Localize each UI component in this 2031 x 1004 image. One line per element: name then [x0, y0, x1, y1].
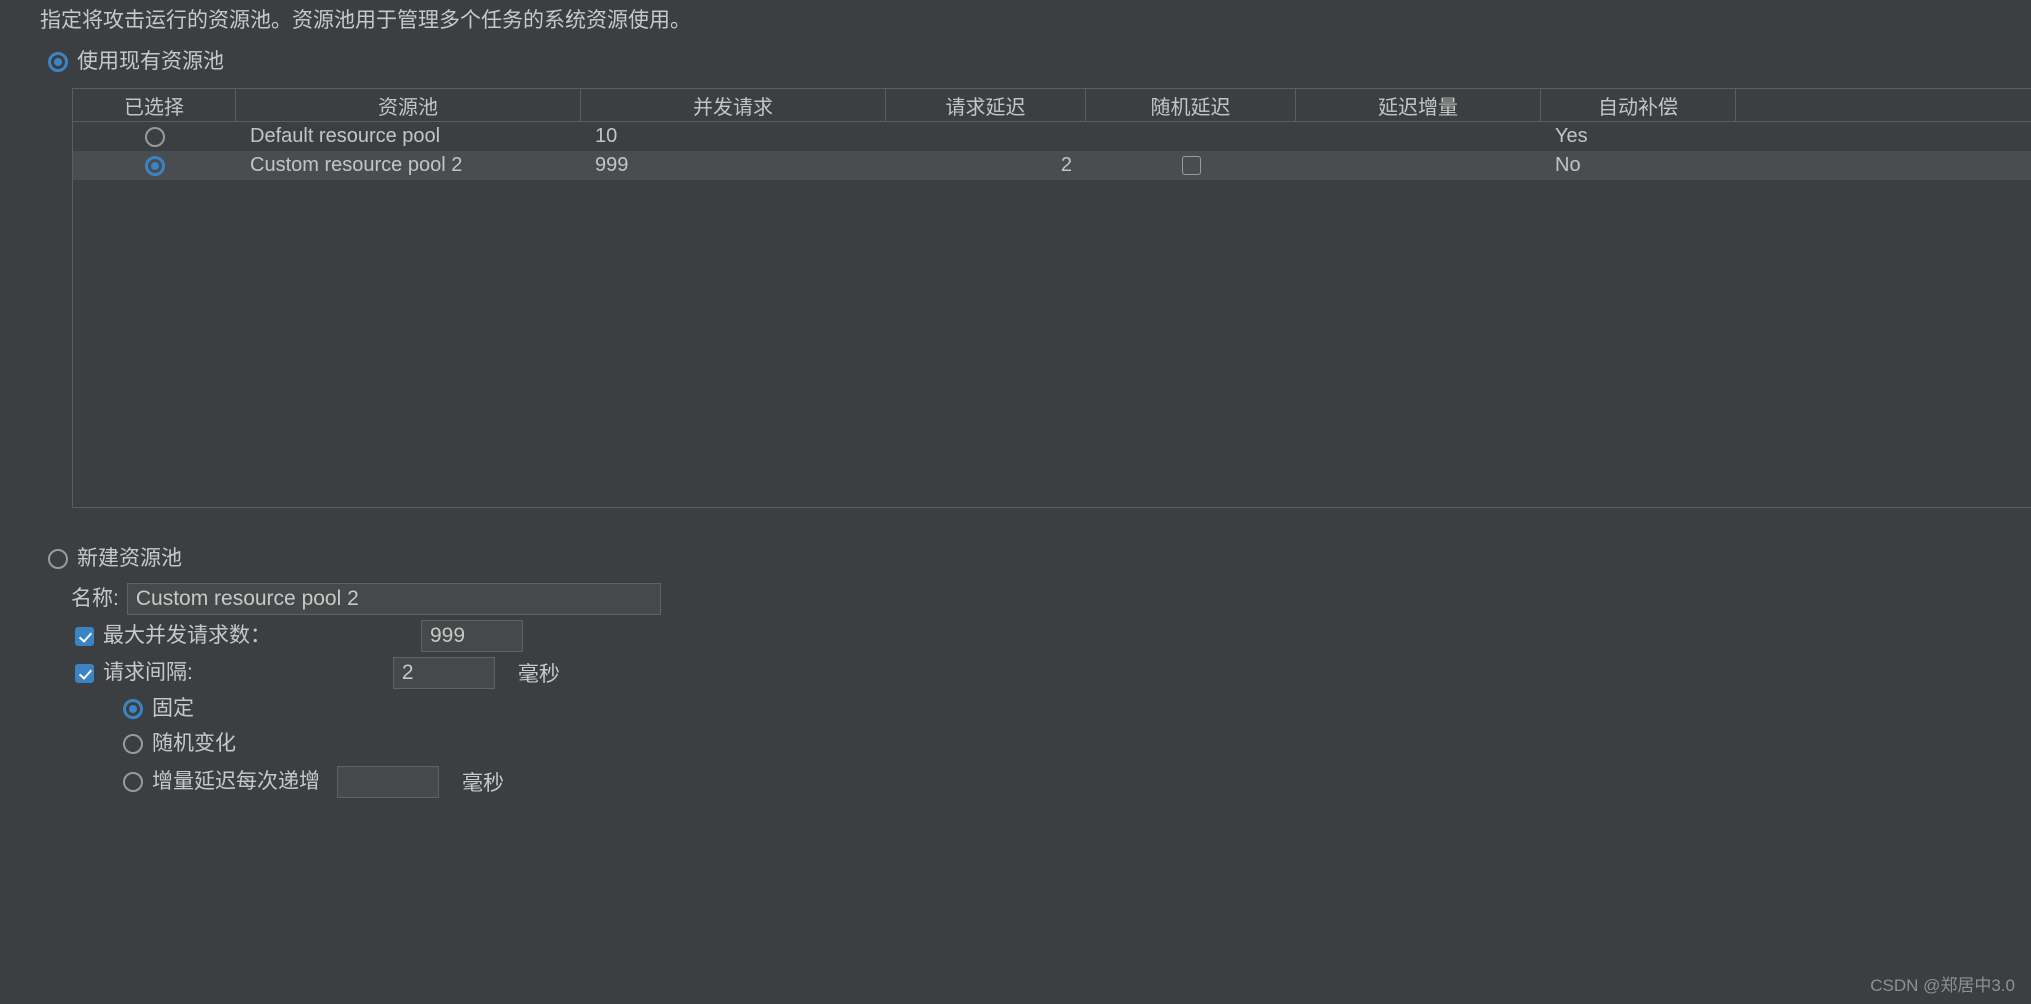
column-header-filler[interactable] — [1736, 89, 2031, 121]
cell-request-delay: 2 — [1060, 154, 1072, 176]
cell-selected-radio[interactable] — [73, 151, 236, 180]
resource-pool-table[interactable]: 已选择 资源池 并发请求 请求延迟 随机延迟 延迟增量 自动补偿 Default… — [72, 88, 2031, 508]
checkbox-icon-request-interval[interactable] — [75, 663, 94, 683]
radio-delay-mode-random[interactable]: 随机变化 — [123, 732, 236, 756]
field-row-max-concurrent: 最大并发请求数： — [75, 620, 523, 652]
checkbox-icon-random-delay[interactable] — [1181, 156, 1201, 175]
cell-auto-compensate: Yes — [1555, 125, 1588, 147]
watermark: CSDN @郑居中3.0 — [1870, 976, 2015, 995]
cell-selected-radio[interactable] — [73, 122, 236, 151]
input-max-concurrent[interactable] — [421, 620, 523, 652]
page-description: 指定将攻击运行的资源池。资源池用于管理多个任务的系统资源使用。 — [40, 9, 691, 32]
cell-filler — [1736, 122, 2031, 151]
input-pool-name[interactable] — [126, 583, 661, 615]
label-pool-name: 名称: — [71, 587, 119, 610]
cell-filler — [1736, 151, 2031, 180]
checkbox-icon-max-concurrent[interactable] — [75, 626, 94, 646]
column-header-concurrent[interactable]: 并发请求 — [581, 89, 886, 121]
radio-icon-delay-mode-incremental[interactable] — [123, 772, 143, 792]
input-incremental-delay[interactable] — [337, 766, 439, 798]
input-request-interval[interactable] — [392, 657, 495, 689]
radio-delay-mode-incremental[interactable]: 增量延迟每次递增 毫秒 — [123, 766, 504, 798]
table-header-row: 已选择 资源池 并发请求 请求延迟 随机延迟 延迟增量 自动补偿 — [73, 89, 2031, 122]
cell-pool-name: Default resource pool — [250, 125, 441, 147]
radio-label-create-new-pool: 新建资源池 — [77, 547, 182, 570]
table-row[interactable]: Default resource pool 10 Yes — [73, 122, 2031, 151]
label-request-interval: 请求间隔: — [103, 661, 193, 684]
label-max-concurrent: 最大并发请求数： — [103, 624, 271, 647]
field-row-request-interval: 请求间隔: 毫秒 — [75, 657, 560, 689]
column-header-auto-compensate[interactable]: 自动补偿 — [1541, 89, 1736, 121]
cell-concurrent: 999 — [595, 154, 629, 176]
cell-auto-compensate: No — [1555, 154, 1581, 176]
radio-icon-use-existing-pool[interactable] — [48, 52, 68, 72]
radio-label-delay-mode-fixed: 固定 — [152, 697, 194, 720]
cell-concurrent: 10 — [595, 125, 618, 147]
cell-delay-increment — [1296, 122, 1541, 151]
radio-label-delay-mode-incremental: 增量延迟每次递增 — [152, 770, 320, 793]
cell-random-delay — [1086, 122, 1296, 151]
radio-icon-create-new-pool[interactable] — [48, 549, 68, 569]
radio-icon-row-custom-pool-2[interactable] — [144, 155, 165, 176]
column-header-request-delay[interactable]: 请求延迟 — [886, 89, 1086, 121]
column-header-pool[interactable]: 资源池 — [236, 89, 581, 121]
cell-pool-name: Custom resource pool 2 — [250, 154, 463, 176]
radio-icon-delay-mode-random[interactable] — [123, 734, 143, 754]
radio-icon-delay-mode-fixed[interactable] — [123, 699, 143, 719]
label-request-interval-unit: 毫秒 — [517, 663, 560, 686]
table-row[interactable]: Custom resource pool 2 999 2 No — [73, 151, 2031, 180]
radio-label-delay-mode-random: 随机变化 — [152, 732, 236, 755]
column-header-delay-increment[interactable]: 延迟增量 — [1296, 89, 1541, 121]
radio-use-existing-pool[interactable]: 使用现有资源池 — [48, 50, 224, 74]
radio-delay-mode-fixed[interactable]: 固定 — [123, 697, 194, 721]
cell-delay-increment — [1296, 151, 1541, 180]
radio-icon-row-default-pool[interactable] — [144, 126, 165, 147]
column-header-selected[interactable]: 已选择 — [73, 89, 236, 121]
radio-create-new-pool[interactable]: 新建资源池 — [48, 547, 182, 571]
cell-random-delay[interactable] — [1086, 151, 1296, 180]
radio-label-use-existing-pool: 使用现有资源池 — [77, 50, 224, 73]
cell-request-delay — [886, 122, 1086, 151]
field-row-pool-name: 名称: — [71, 583, 661, 615]
label-incremental-delay-unit: 毫秒 — [462, 772, 504, 795]
column-header-random-delay[interactable]: 随机延迟 — [1086, 89, 1296, 121]
